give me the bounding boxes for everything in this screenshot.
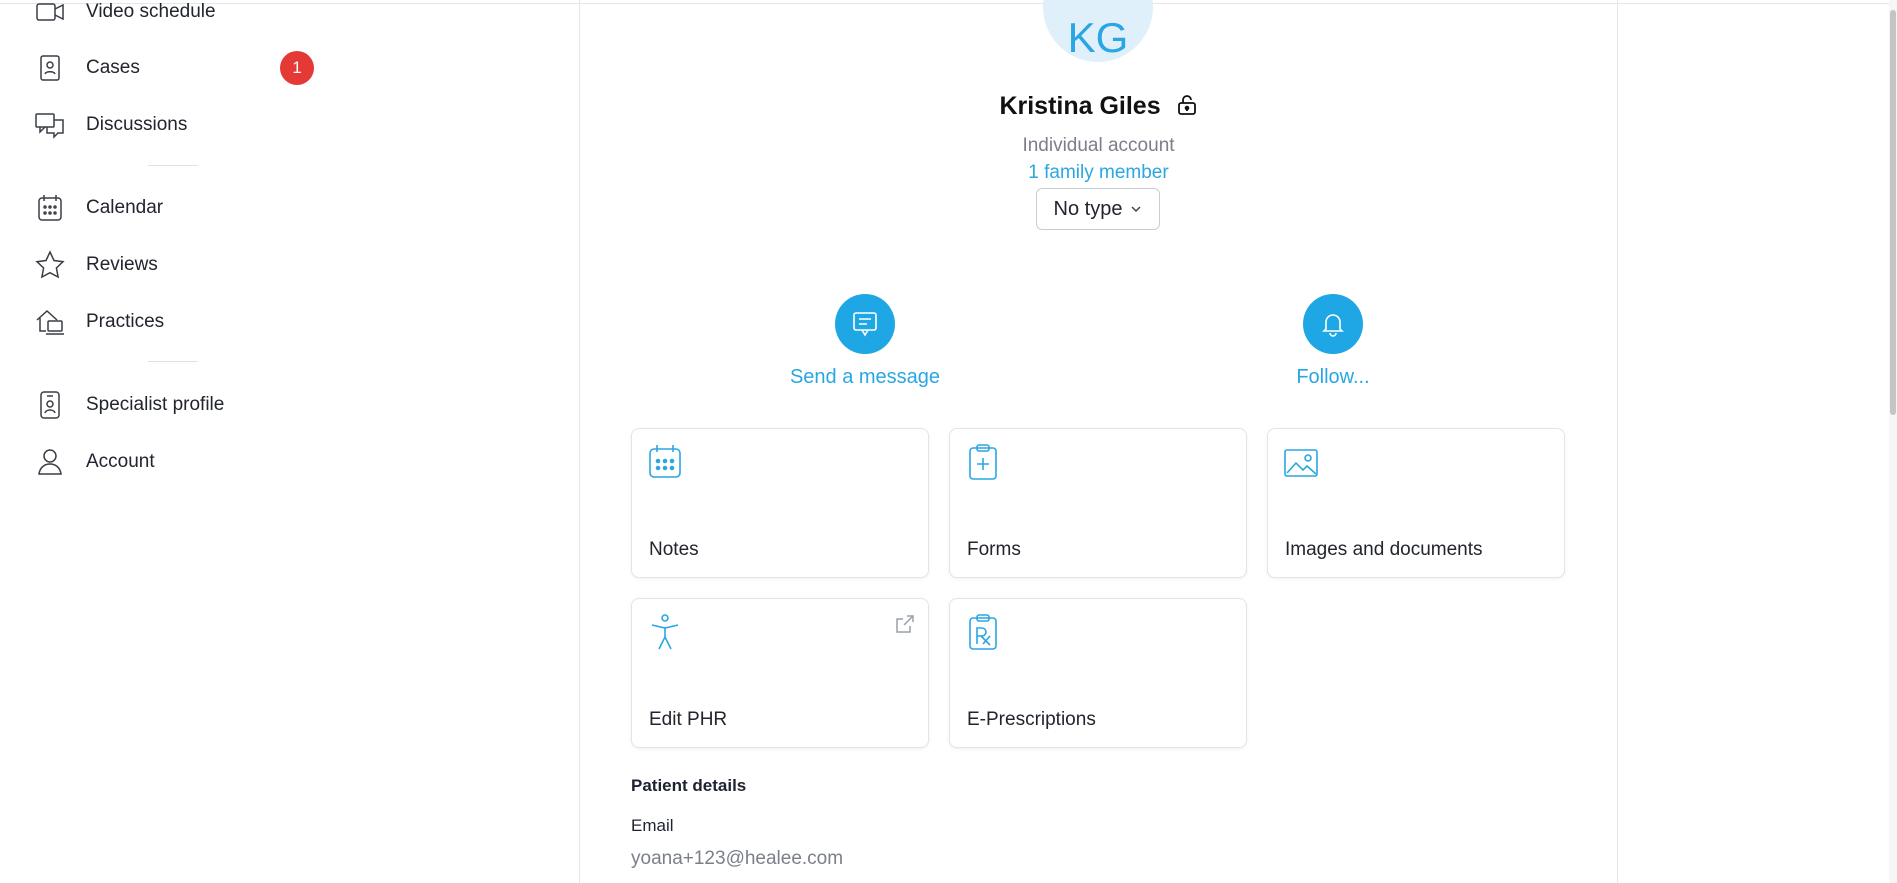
calendar-icon bbox=[34, 192, 66, 224]
account-type: Individual account bbox=[1022, 135, 1175, 156]
patient-name: Kristina Giles bbox=[999, 92, 1161, 120]
scrollbar-thumb[interactable] bbox=[1890, 10, 1896, 415]
card-title: Notes bbox=[649, 539, 699, 560]
patient-name-row: Kristina Giles bbox=[580, 92, 1617, 121]
patient-type-select[interactable]: No type bbox=[1036, 188, 1160, 230]
sidebar-divider bbox=[148, 165, 198, 166]
sidebar-item-calendar[interactable]: Calendar bbox=[34, 188, 163, 228]
card-title: Forms bbox=[967, 539, 1021, 560]
notes-card[interactable]: Notes bbox=[631, 428, 929, 578]
edit-phr-card[interactable]: Edit PHR bbox=[631, 598, 929, 748]
sidebar-item-specialist-profile[interactable]: Specialist profile bbox=[34, 385, 224, 425]
video-icon bbox=[34, 0, 66, 28]
sidebar: Video schedule Cases 1 Discussions Calen… bbox=[0, 0, 560, 883]
sidebar-item-label: Specialist profile bbox=[86, 394, 225, 415]
card-title: Edit PHR bbox=[649, 709, 728, 730]
cases-icon bbox=[34, 52, 66, 84]
message-icon bbox=[835, 294, 895, 354]
sidebar-item-label: Cases bbox=[86, 57, 140, 78]
send-message-label: Send a message bbox=[789, 366, 941, 388]
bell-icon bbox=[1303, 294, 1363, 354]
sidebar-item-practices[interactable]: Practices bbox=[34, 302, 164, 342]
sidebar-divider bbox=[148, 361, 198, 362]
email-value: yoana+123@healee.com bbox=[631, 848, 844, 869]
avatar-initials: KG bbox=[1067, 14, 1129, 61]
family-member-link[interactable]: 1 family member bbox=[580, 162, 1617, 184]
practices-icon bbox=[34, 306, 66, 338]
clipboard-plus-icon bbox=[966, 443, 1000, 481]
sidebar-item-label: Reviews bbox=[86, 254, 158, 275]
sidebar-item-cases[interactable]: Cases bbox=[34, 48, 140, 88]
body-icon bbox=[648, 613, 682, 651]
sidebar-item-reviews[interactable]: Reviews bbox=[34, 245, 158, 285]
follow-button[interactable]: Follow... bbox=[1233, 294, 1433, 389]
forms-card[interactable]: Forms bbox=[949, 428, 1247, 578]
calendar-grid-icon bbox=[648, 443, 682, 481]
sidebar-item-discussions[interactable]: Discussions bbox=[34, 105, 187, 145]
follow-label: Follow... bbox=[1296, 366, 1370, 388]
external-link-icon[interactable] bbox=[894, 613, 916, 635]
cases-count-badge: 1 bbox=[280, 51, 314, 85]
star-icon bbox=[34, 249, 66, 281]
sidebar-item-label: Discussions bbox=[86, 114, 188, 135]
send-message-button[interactable]: Send a message bbox=[765, 294, 965, 389]
discussions-icon bbox=[34, 109, 66, 141]
email-label: Email bbox=[631, 816, 674, 835]
unlock-icon[interactable] bbox=[1176, 94, 1198, 116]
patient-profile-panel: KG Kristina Giles Individual account 1 f… bbox=[579, 0, 1618, 883]
sidebar-item-video-schedule[interactable]: Video schedule bbox=[34, 0, 216, 32]
account-icon bbox=[34, 446, 66, 478]
image-icon bbox=[1284, 443, 1318, 481]
sidebar-item-account[interactable]: Account bbox=[34, 442, 155, 482]
chevron-down-icon bbox=[1131, 206, 1141, 213]
sidebar-item-label: Account bbox=[86, 451, 155, 472]
type-select-value: No type bbox=[1053, 197, 1123, 220]
card-title: E-Prescriptions bbox=[967, 709, 1096, 730]
images-documents-card[interactable]: Images and documents bbox=[1267, 428, 1565, 578]
sidebar-item-label: Video schedule bbox=[86, 1, 216, 22]
sidebar-item-label: Calendar bbox=[86, 197, 164, 218]
e-prescriptions-card[interactable]: E-Prescriptions bbox=[949, 598, 1247, 748]
vertical-scrollbar[interactable] bbox=[1889, 0, 1897, 883]
card-title: Images and documents bbox=[1285, 539, 1483, 560]
specialist-profile-icon bbox=[34, 389, 66, 421]
sidebar-item-label: Practices bbox=[86, 311, 165, 332]
avatar: KG bbox=[1043, 0, 1153, 62]
patient-details-heading: Patient details bbox=[631, 776, 747, 795]
prescription-icon bbox=[966, 613, 1000, 651]
